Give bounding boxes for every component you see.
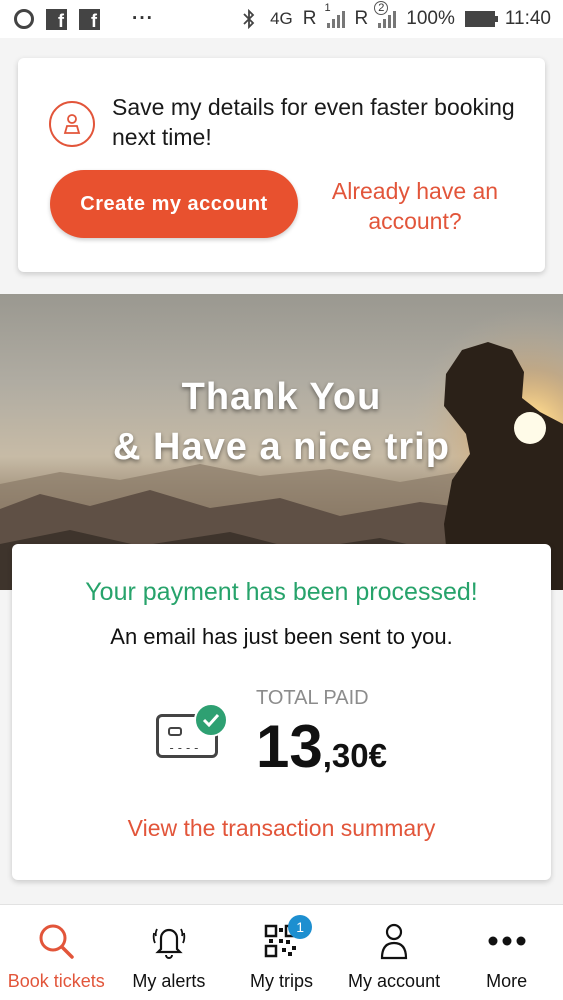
amount-decimal: ,30€	[322, 737, 387, 774]
nav-more[interactable]: More	[450, 905, 563, 1000]
bluetooth-icon	[243, 9, 255, 29]
roaming-indicator: R	[302, 8, 317, 29]
nav-label: My alerts	[132, 971, 206, 991]
battery-percent: 100%	[406, 8, 455, 29]
bell-icon	[149, 921, 189, 961]
clock: 11:40	[504, 8, 551, 29]
user-profile-icon	[49, 101, 95, 147]
amount-integer: 13	[256, 713, 323, 780]
more-dots-icon	[487, 921, 527, 961]
nav-label: Book tickets	[7, 971, 105, 991]
trips-count-badge: 1	[288, 915, 313, 939]
thank-you-heading: Thank You	[181, 376, 382, 418]
create-account-card: Save my details for even faster booking …	[18, 58, 545, 272]
facebook-icon: f	[46, 8, 67, 30]
nice-trip-heading: & Have a nice trip	[113, 426, 450, 468]
nav-label: My trips	[249, 971, 313, 991]
already-have-account-link[interactable]: Already have an account?	[310, 176, 520, 236]
nav-label: More	[486, 971, 528, 991]
sync-icon	[14, 9, 34, 29]
nav-my-alerts[interactable]: My alerts	[113, 905, 226, 1000]
battery-icon	[464, 11, 498, 27]
create-account-button[interactable]: Create my account	[50, 170, 298, 238]
nav-my-account[interactable]: My account	[338, 905, 451, 1000]
status-bar: f f ··· 4G R 1 R 2 100% 11:40	[0, 0, 563, 38]
total-paid-amount: 13,30€	[256, 712, 387, 782]
facebook-icon: f	[79, 8, 100, 30]
payment-processed-title: Your payment has been processed!	[85, 578, 478, 606]
payment-confirmation-card: Your payment has been processed! An emai…	[12, 544, 551, 880]
nav-book-tickets[interactable]: Book tickets	[0, 905, 113, 1000]
nav-label: My account	[348, 971, 441, 991]
user-icon	[379, 921, 409, 961]
check-icon	[194, 703, 228, 737]
roaming-indicator: R	[354, 8, 369, 29]
sim-1-label: 1	[324, 2, 331, 14]
save-details-message: Save my details for even faster booking …	[112, 94, 515, 150]
bottom-navigation: Book tickets My alerts 1 My trips My acc…	[0, 904, 563, 1000]
more-notifications-icon: ···	[132, 8, 154, 29]
total-paid-label: TOTAL PAID	[256, 687, 369, 709]
transaction-summary-link[interactable]: View the transaction summary	[12, 815, 551, 842]
nav-my-trips[interactable]: 1 My trips	[225, 905, 338, 1000]
search-icon	[36, 921, 76, 961]
email-sent-message: An email has just been sent to you.	[110, 624, 453, 649]
network-type: 4G	[270, 9, 293, 28]
